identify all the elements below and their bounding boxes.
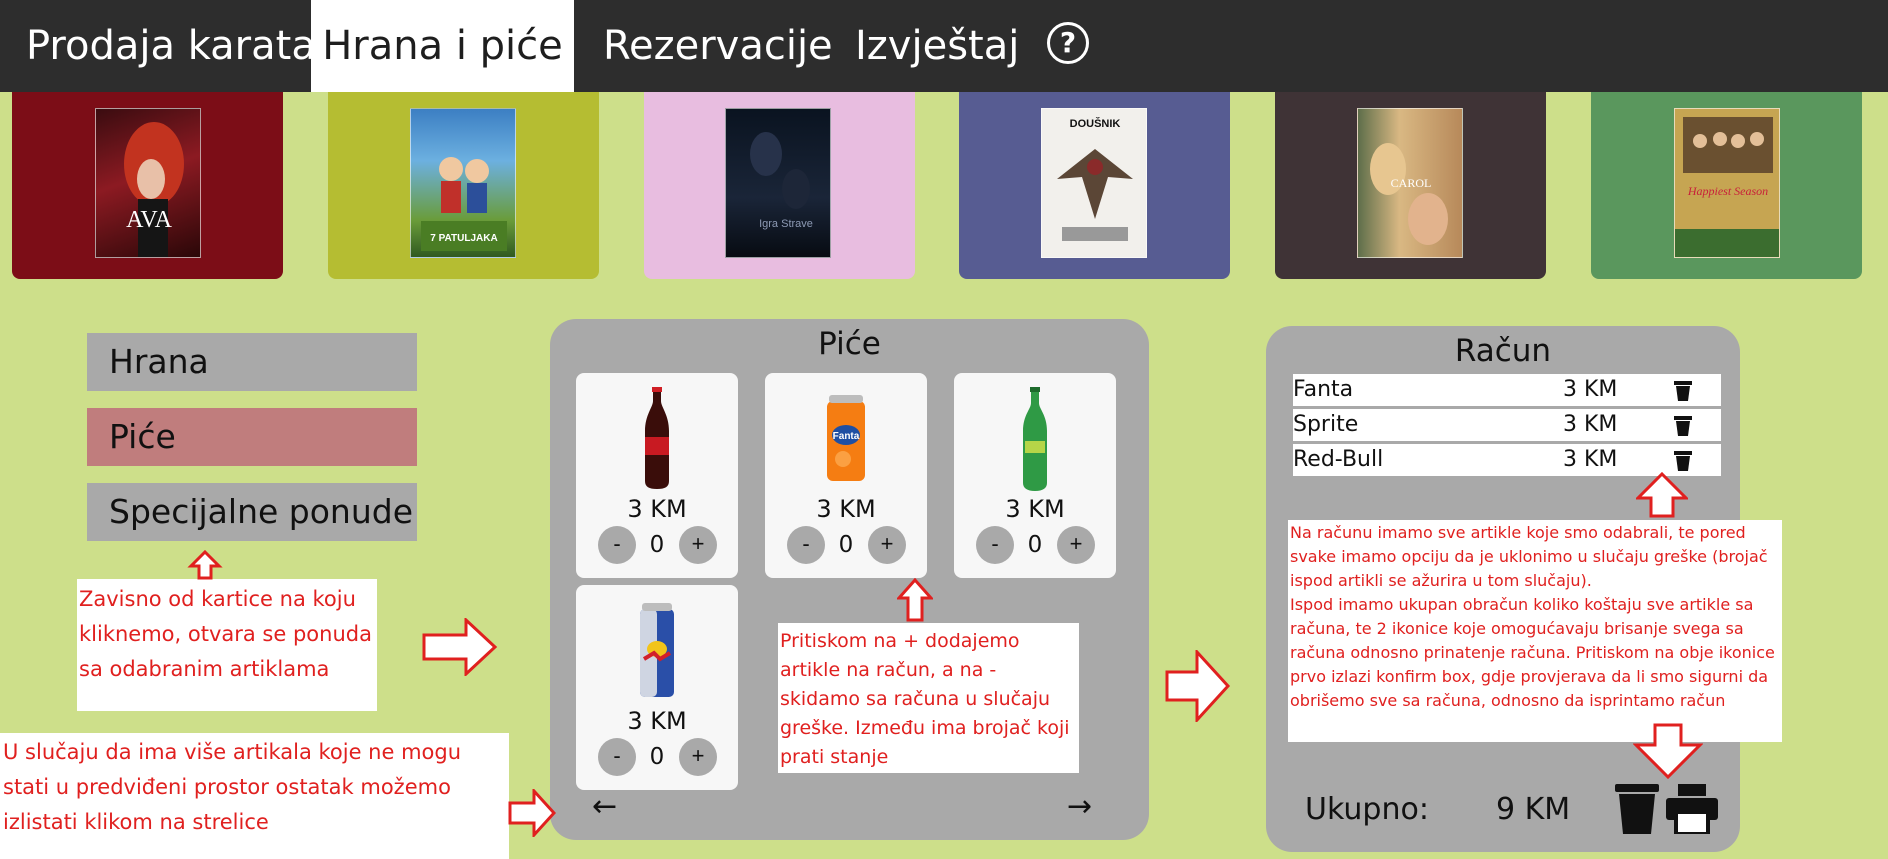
product-card-fanta: Fanta 3 KM - 0 + <box>765 373 927 578</box>
tab-rezervacije[interactable]: Rezervacije <box>603 0 833 92</box>
tab-izvjestaj[interactable]: Izvještaj <box>855 0 1019 92</box>
increment-button[interactable]: + <box>1057 526 1095 564</box>
annotation-stepper: Pritiskom na + dodajemo artikle na račun… <box>778 623 1079 773</box>
total-value: 9 KM <box>1496 792 1571 827</box>
sprite-bottle-icon <box>1023 387 1047 491</box>
annotation-arrow-up-icon <box>897 578 933 622</box>
quantity-counter: 0 <box>649 744 665 770</box>
product-price: 3 KM <box>1005 495 1065 523</box>
increment-button[interactable]: + <box>679 738 717 776</box>
top-navigation-bar: Prodaja karata Hrana i piće Rezervacije … <box>0 0 1888 92</box>
bill-row: Sprite 3 KM <box>1293 409 1721 441</box>
movie-card-dousnik[interactable]: DOUŠNIK <box>959 92 1230 279</box>
fanta-can-icon: Fanta <box>827 395 865 481</box>
movie-poster: Igra Strave <box>725 108 831 258</box>
product-card-coca-cola: 3 KM - 0 + <box>576 373 738 578</box>
movie-poster: Happiest Season <box>1674 108 1780 258</box>
poster-title: CAROL <box>1391 176 1432 190</box>
coca-cola-bottle-icon <box>645 387 669 489</box>
annotation-arrow-down-icon <box>1633 723 1703 779</box>
annotation-bill: Na računu imamo sve artikle koje smo oda… <box>1288 520 1782 742</box>
question-circle-icon[interactable]: ? <box>1047 22 1089 64</box>
tab-prodaja-karata[interactable]: Prodaja karata <box>0 0 316 92</box>
decrement-button[interactable]: - <box>598 526 636 564</box>
quantity-counter: 0 <box>649 532 665 558</box>
annotation-arrows: U slučaju da ima više artikala koje ne m… <box>0 733 509 859</box>
poster-title: Igra Strave <box>759 218 813 230</box>
drinks-panel-title: Piće <box>818 326 881 362</box>
movie-card-happiest-season[interactable]: Happiest Season <box>1591 92 1862 279</box>
movie-card-7-patuljaka[interactable]: 7 PATULJAKA <box>328 92 599 279</box>
poster-title: AVA <box>126 207 172 233</box>
red-bull-can-icon <box>640 603 674 697</box>
product-card-red-bull: 3 KM - 0 + <box>576 585 738 790</box>
category-pice-button[interactable]: Piće <box>87 408 417 466</box>
poster-title: Happiest Season <box>1687 184 1768 198</box>
bill-row: Fanta 3 KM <box>1293 374 1721 406</box>
print-icon[interactable] <box>1666 784 1718 834</box>
movie-card-carol[interactable]: CAROL <box>1275 92 1546 279</box>
quantity-counter: 0 <box>1027 532 1043 558</box>
trash-icon[interactable] <box>1673 380 1693 402</box>
movie-poster: AVA <box>95 108 201 258</box>
quantity-counter: 0 <box>838 532 854 558</box>
bill-item-price: 3 KM <box>1563 412 1618 437</box>
category-hrana-button[interactable]: Hrana <box>87 333 417 391</box>
decrement-button[interactable]: - <box>787 526 825 564</box>
annotation-arrow-right-icon <box>508 789 556 837</box>
decrement-button[interactable]: - <box>598 738 636 776</box>
trash-icon[interactable] <box>1673 450 1693 472</box>
movie-card-igra-strave[interactable]: Igra Strave <box>644 92 915 279</box>
bill-item-price: 3 KM <box>1563 447 1618 472</box>
bill-item-name: Sprite <box>1293 412 1359 437</box>
increment-button[interactable]: + <box>868 526 906 564</box>
movie-poster: DOUŠNIK <box>1041 108 1147 258</box>
bill-panel-title: Račun <box>1454 333 1552 369</box>
movie-poster: CAROL <box>1357 108 1463 258</box>
arrow-left-icon[interactable]: ← <box>592 789 617 824</box>
category-specijalne-ponude-button[interactable]: Specijalne ponude <box>87 483 417 541</box>
poster-title: 7 PATULJAKA <box>430 233 497 244</box>
product-card-sprite: 3 KM - 0 + <box>954 373 1116 578</box>
bill-item-name: Fanta <box>1293 377 1354 402</box>
annotation-arrow-up-icon <box>187 550 223 580</box>
tab-hrana-i-pice[interactable]: Hrana i piće <box>311 0 574 92</box>
annotation-categories: Zavisno od kartice na koju kliknemo, otv… <box>77 579 377 711</box>
decrement-button[interactable]: - <box>976 526 1014 564</box>
annotation-arrow-up-icon <box>1636 472 1688 518</box>
trash-icon[interactable] <box>1673 415 1693 437</box>
poster-title: DOUŠNIK <box>1070 117 1121 130</box>
increment-button[interactable]: + <box>679 526 717 564</box>
movie-poster: 7 PATULJAKA <box>410 108 516 258</box>
annotation-arrow-right-icon <box>422 618 498 676</box>
bill-item-name: Red-Bull <box>1293 447 1384 472</box>
product-price: 3 KM <box>816 495 876 523</box>
product-price: 3 KM <box>627 707 687 735</box>
total-label: Ukupno: <box>1305 792 1429 827</box>
arrow-right-icon[interactable]: → <box>1067 789 1092 824</box>
product-price: 3 KM <box>627 495 687 523</box>
bill-item-price: 3 KM <box>1563 377 1618 402</box>
movie-card-ava[interactable]: AVA <box>12 92 283 279</box>
clear-bill-trash-icon[interactable] <box>1613 782 1661 836</box>
annotation-arrow-right-icon <box>1165 650 1231 722</box>
svg-text:Fanta: Fanta <box>833 431 860 442</box>
